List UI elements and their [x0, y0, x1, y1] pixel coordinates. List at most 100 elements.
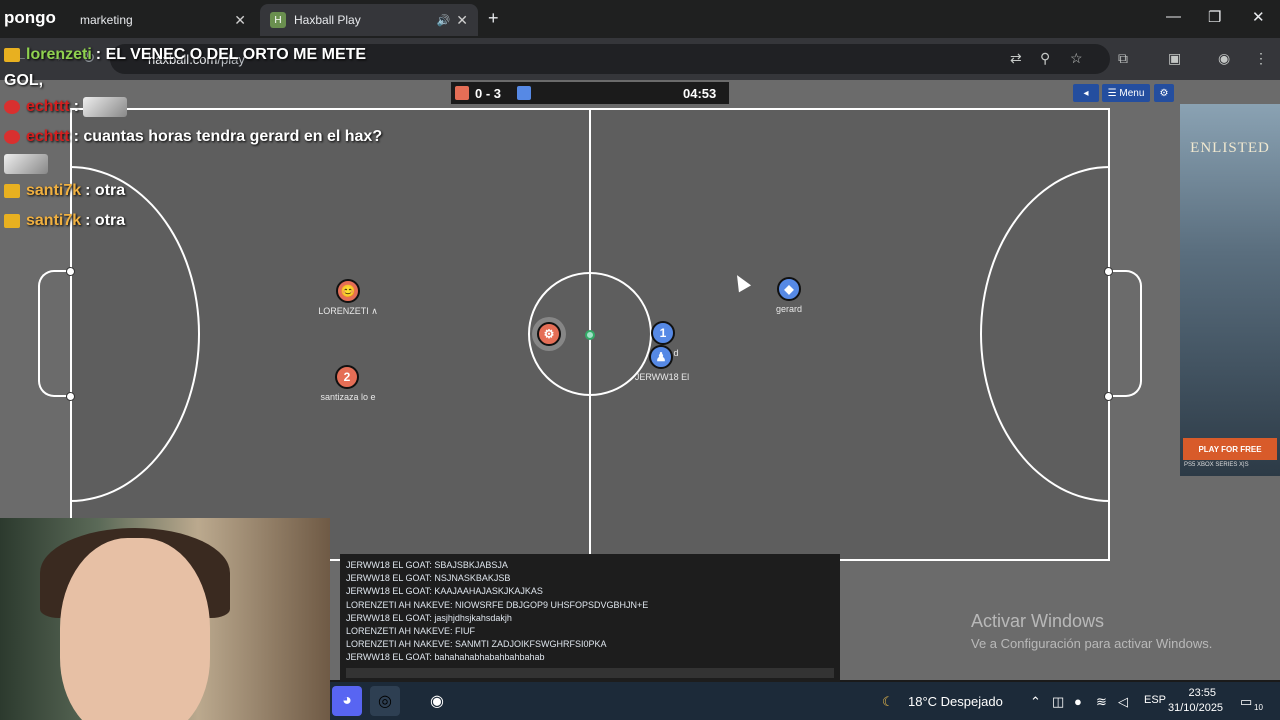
- game-chat-message: JERWW18 EL GOAT: NSJNASKBAKJSB: [346, 573, 511, 584]
- chat-line: echttt : cuantas horas tendra gerard en …: [4, 122, 444, 152]
- cast-icon[interactable]: ▣: [1168, 50, 1181, 67]
- chat-line: santi7k : otra: [4, 206, 444, 236]
- chat-text: GOL,: [4, 72, 44, 89]
- close-window-icon[interactable]: ✕: [1252, 8, 1265, 26]
- haxball-favicon-icon: H: [270, 12, 286, 28]
- emote-icon: [4, 154, 48, 174]
- player-santizaza: 2: [335, 365, 359, 389]
- bookmark-star-icon[interactable]: ☆: [1070, 50, 1083, 67]
- chrome-icon[interactable]: ◎: [370, 686, 400, 716]
- activate-title: Activar Windows: [971, 611, 1105, 631]
- chat-text: : cuantas horas tendra gerard en el hax?: [73, 128, 383, 145]
- left-goal: [38, 270, 72, 397]
- chat-text: : otra: [85, 182, 126, 199]
- zoom-icon[interactable]: ⚲: [1040, 50, 1050, 67]
- chat-user: echttt: [26, 98, 70, 115]
- taskbar-clock[interactable]: 23:55 31/10/2025: [1168, 686, 1224, 716]
- ad-logo: ENLISTED: [1190, 140, 1270, 156]
- crown-badge-icon: [4, 184, 20, 198]
- translate-icon[interactable]: ⇄: [1010, 50, 1022, 67]
- player-blue-1: 1: [651, 321, 675, 345]
- stream-brand-logo: pongo: [4, 8, 56, 27]
- chat-text: : EL VENEC O DEL ORTO ME METE: [95, 46, 367, 63]
- profile-avatar-icon[interactable]: ◉: [1218, 50, 1230, 67]
- arrow-back-icon[interactable]: ◂: [1073, 84, 1099, 102]
- camera-icon[interactable]: ◫: [1052, 694, 1064, 710]
- chat-text: : otra: [85, 212, 126, 229]
- microphone-icon[interactable]: ●: [1074, 694, 1082, 709]
- close-tab-icon[interactable]: ✕: [456, 12, 468, 29]
- game-clock: 04:53: [683, 86, 717, 101]
- settings-gear-icon[interactable]: ⚙: [1154, 84, 1174, 102]
- chat-line: lorenzeti : EL VENEC O DEL ORTO ME METE: [4, 40, 444, 70]
- new-tab-icon[interactable]: +: [488, 8, 499, 29]
- chat-user: santi7k: [26, 212, 82, 229]
- chat-line: [4, 152, 444, 176]
- tray-chevron-icon[interactable]: ⌃: [1030, 694, 1041, 710]
- menu-button[interactable]: ☰ Menu: [1102, 84, 1150, 102]
- tab-haxball[interactable]: H Haxball Play 🔊 ✕: [260, 4, 478, 36]
- obs-icon[interactable]: ◉: [422, 686, 452, 716]
- discord-icon[interactable]: ◕: [332, 686, 362, 716]
- game-chat-message: JERWW18 EL GOAT: jasjhjdhsjkahsdakjh: [346, 612, 512, 623]
- crown-badge-icon: [4, 48, 20, 62]
- wifi-icon[interactable]: ≋: [1096, 694, 1107, 710]
- chat-line: santi7k : otra: [4, 176, 444, 206]
- ball: [585, 330, 595, 340]
- player-jerww18: ♟: [649, 345, 673, 369]
- record-badge-icon: [4, 100, 20, 114]
- emote-icon: [82, 97, 127, 117]
- player-name: LORENZETI ∧: [318, 306, 378, 316]
- game-chat-message: JERWW18 EL GOAT: KAAJAAHAJASKJKAJKAS: [346, 586, 543, 597]
- chat-user: echttt: [26, 128, 70, 145]
- tab-title: Haxball Play: [294, 13, 361, 27]
- player-gerard: ◆: [777, 277, 801, 301]
- game-chat-message: LORENZETI AH NAKEVE: NIOWSRFE DBJGOP9 UH…: [346, 599, 649, 610]
- clock-date: 31/10/2025: [1168, 702, 1224, 714]
- language-indicator[interactable]: ESP: [1144, 694, 1166, 706]
- weather-text[interactable]: 18°C Despejado: [908, 694, 1003, 709]
- notification-count: 10: [1254, 703, 1263, 712]
- goal-post: [66, 267, 75, 276]
- player-name: JERWW18 El: [634, 372, 690, 382]
- player-name: d: [673, 348, 679, 358]
- goal-post: [1104, 267, 1113, 276]
- close-tab-icon[interactable]: ✕: [234, 12, 246, 29]
- goal-post: [1104, 392, 1113, 401]
- right-goal: [1108, 270, 1142, 397]
- ad-play-button[interactable]: PLAY FOR FREE: [1183, 438, 1277, 460]
- moon-weather-icon: ☾: [882, 694, 894, 709]
- minimize-icon[interactable]: —: [1166, 8, 1181, 25]
- game-chat-message: JERWW18 EL GOAT: SBAJSBKJABSJA: [346, 560, 508, 570]
- screen: marketing ✕ H Haxball Play 🔊 ✕ + — ❐ ✕ ←…: [0, 0, 1280, 720]
- maximize-icon[interactable]: ❐: [1208, 8, 1221, 26]
- webcam-face: [60, 538, 210, 720]
- blue-team-icon: [517, 86, 531, 100]
- menu-label: Menu: [1119, 87, 1145, 99]
- player-red-kicker: ⚙: [537, 322, 561, 346]
- player-name: gerard: [775, 304, 802, 314]
- chat-user: lorenzeti: [26, 46, 92, 63]
- more-menu-icon[interactable]: ⋮: [1254, 50, 1268, 67]
- scoreboard: 0 - 3 04:53: [451, 82, 729, 104]
- activate-subtitle: Ve a Configuración para activar Windows.: [971, 636, 1213, 651]
- extensions-icon[interactable]: ⧉: [1118, 50, 1128, 67]
- game-chat-input[interactable]: [346, 668, 834, 678]
- stream-chat-overlay: lorenzeti : EL VENEC O DEL ORTO ME METE …: [4, 40, 444, 236]
- game-chat-message: LORENZETI AH NAKEVE: SANMTI ZADJOIKFSWGH…: [346, 639, 607, 650]
- chat-line: GOL,: [4, 70, 444, 92]
- volume-icon[interactable]: ◁: [1118, 694, 1128, 710]
- speaker-icon[interactable]: 🔊: [437, 14, 451, 27]
- ad-platforms: PS5 XBOX SERIES X|S: [1184, 462, 1249, 468]
- chat-text: :: [73, 98, 79, 115]
- game-chat-message: JERWW18 EL GOAT: bahahahabhabahbahbahab: [346, 652, 545, 663]
- windows-taskbar: ◕ ◎ ◉ ☾ 18°C Despejado ⌃ ◫ ● ≋ ◁ ESP ▭: [330, 682, 1280, 720]
- notifications-icon[interactable]: ▭: [1240, 694, 1252, 710]
- red-team-icon: [455, 86, 469, 100]
- windows-activation-watermark: Activar Windows Ve a Configuración para …: [971, 611, 1212, 651]
- player-lorenzeti: 😊: [336, 279, 360, 303]
- score-text: 0 - 3: [475, 86, 502, 101]
- ad-banner[interactable]: ENLISTED PLAY FOR FREE PS5 XBOX SERIES X…: [1180, 104, 1280, 476]
- game-chat-message: LORENZETI AH NAKEVE: FIUF: [346, 625, 476, 636]
- player-name: santizaza lo e: [320, 392, 376, 402]
